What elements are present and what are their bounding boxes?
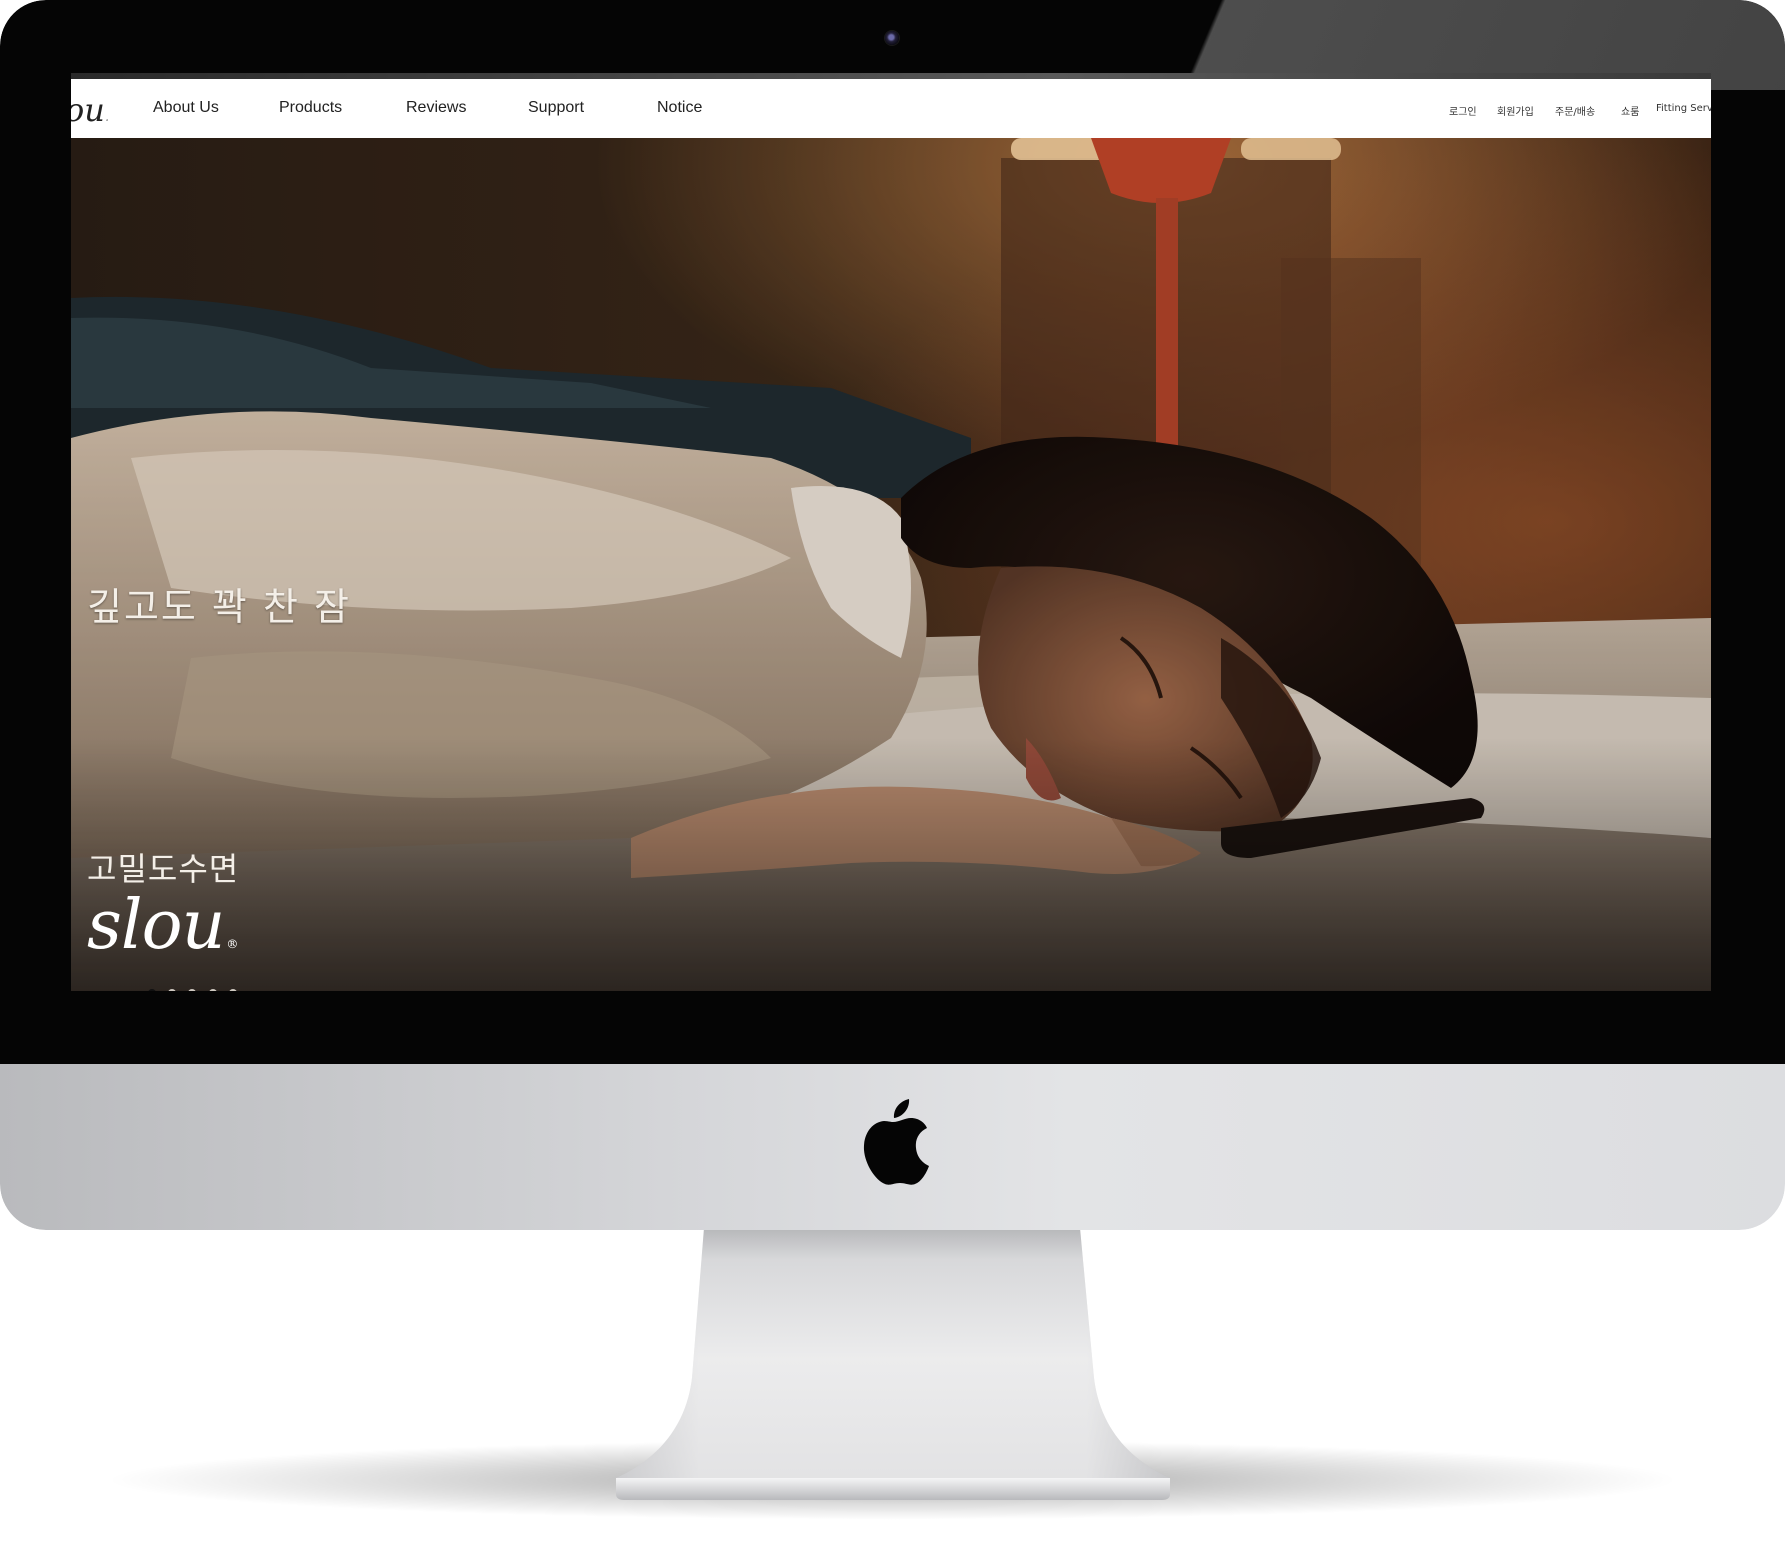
hero-brand-registered-mark: ® [226,937,238,951]
util-fitting-service[interactable]: Fitting Serv [1656,103,1711,114]
camera-icon [885,31,899,45]
slide-dot-5[interactable] [229,989,237,991]
monitor: ou. About Us Products Reviews Support No… [0,0,1785,1230]
slide-dot-3[interactable] [188,989,196,991]
monitor-stand [616,1228,1170,1500]
slide-dot-1[interactable] [148,989,156,991]
hero-brand-text: slou [87,886,225,965]
hero-slider: 깊고도 꽉 찬 잠 고밀도수면 slou ® [71,138,1711,991]
util-order-delivery[interactable]: 주문/배송 [1555,103,1595,118]
browser-viewport: ou. About Us Products Reviews Support No… [71,73,1711,991]
hero-brand-logo: slou ® [87,886,238,965]
monitor-chin [0,1064,1785,1230]
util-showroom[interactable]: 쇼룸 [1621,103,1639,118]
hero-image [71,138,1711,991]
apple-icon [863,1099,929,1185]
hero-heading: 깊고도 꽉 찬 잠 [87,585,351,629]
slide-dot-4[interactable] [209,989,217,991]
utility-nav: 로그인 회원가입 주문/배송 쇼룸 Fitting Serv [71,79,1711,138]
util-signup[interactable]: 회원가입 [1497,103,1534,118]
hero-subheading: 고밀도수면 [87,850,240,888]
slide-dot-2[interactable] [168,989,176,991]
screen-bezel: ou. About Us Products Reviews Support No… [0,0,1785,1064]
site-header: ou. About Us Products Reviews Support No… [71,79,1711,138]
util-login[interactable]: 로그인 [1449,103,1477,118]
